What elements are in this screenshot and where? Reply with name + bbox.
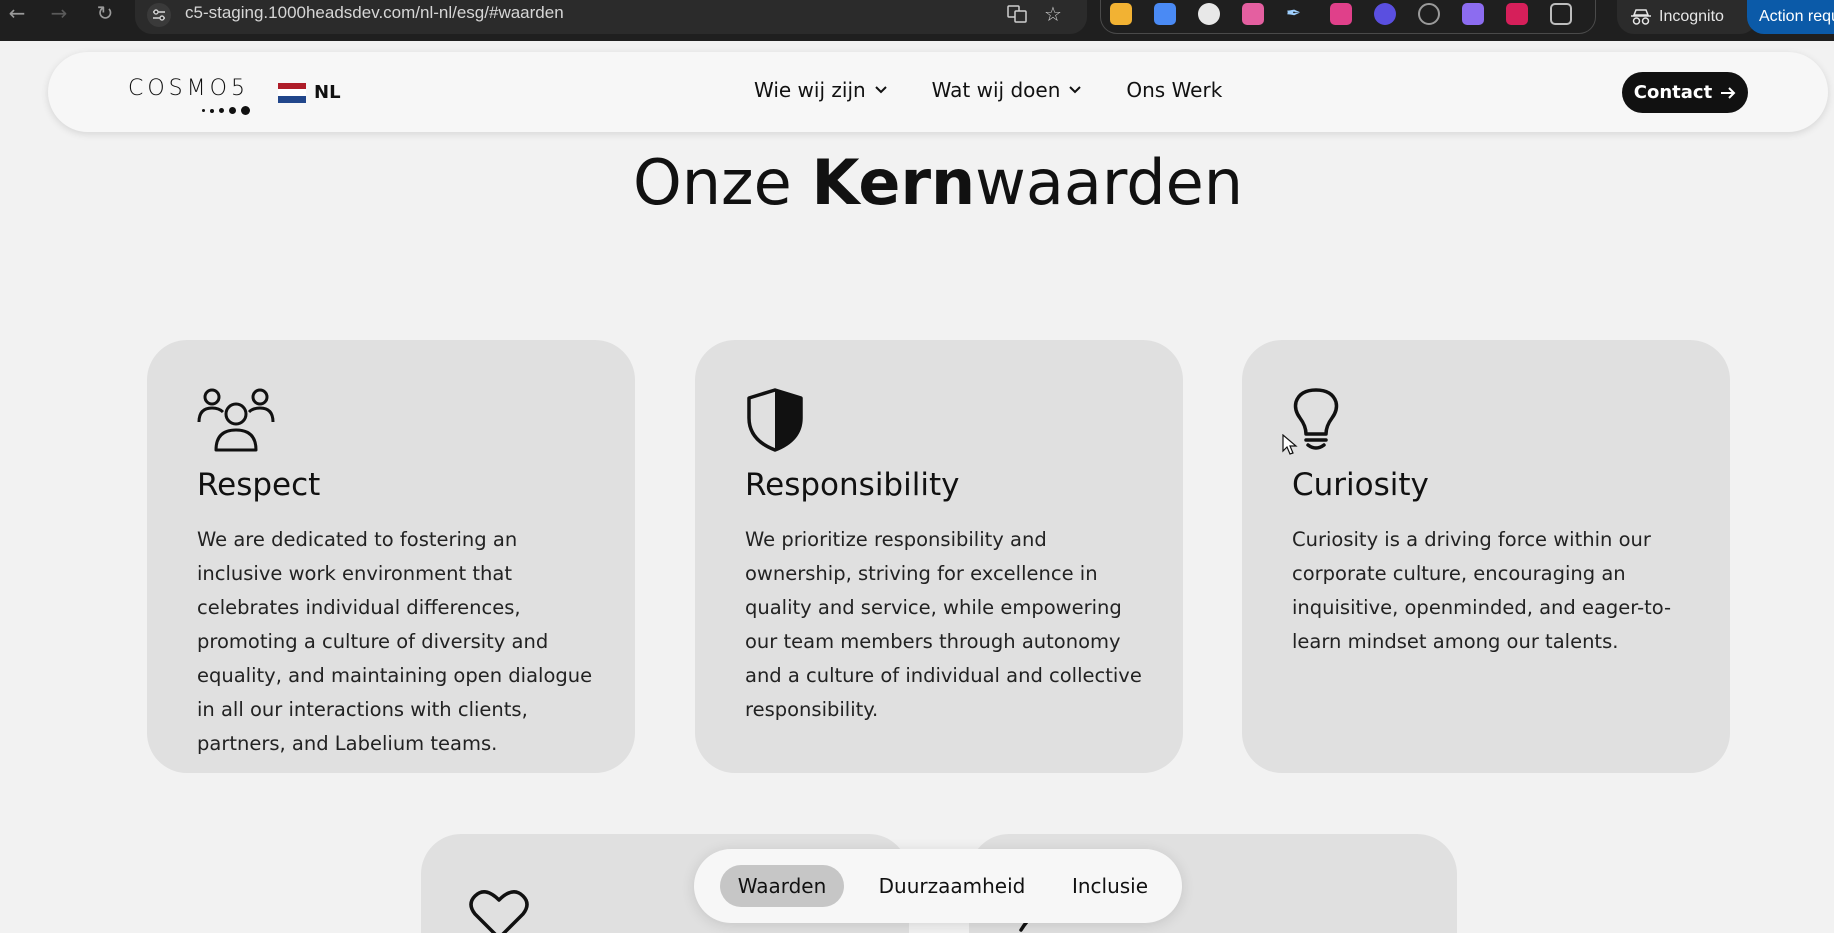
main-nav: Wie wij zijn Wat wij doen Ons Werk (754, 78, 1222, 102)
extension-icon[interactable] (1462, 3, 1484, 25)
card-description: Curiosity is a driving force within our … (1292, 528, 1672, 653)
extension-icon[interactable] (1242, 3, 1264, 25)
card-title: Curiosity (1292, 467, 1429, 503)
card-description: We prioritize responsibility and ownersh… (745, 528, 1142, 721)
tab-waarden[interactable]: Waarden (720, 865, 844, 907)
nav-item-wie-wij-zijn[interactable]: Wie wij zijn (754, 78, 888, 102)
heading-prefix: Onze (632, 146, 812, 219)
card-title: Responsibility (745, 467, 960, 503)
browser-toolbar: ← → ↻ c5-staging.1000headsdev.com/nl-nl/… (0, 0, 1834, 41)
compass-icon[interactable] (1418, 3, 1440, 25)
contact-label: Contact (1633, 82, 1713, 103)
nav-item-wat-wij-doen[interactable]: Wat wij doen (932, 78, 1083, 102)
logo[interactable]: COSMO5 (128, 76, 250, 115)
value-card-curiosity: Curiosity Curiosity is a driving force w… (1242, 340, 1730, 773)
card-title: Respect (197, 467, 321, 503)
heading-suffix: waarden (975, 146, 1244, 219)
incognito-label: Incognito (1659, 8, 1724, 25)
lightbulb-icon (1292, 388, 1340, 456)
card-description: We are dedicated to fostering an inclusi… (197, 528, 593, 755)
nav-label: Wat wij doen (931, 78, 1061, 102)
address-bar[interactable]: c5-staging.1000headsdev.com/nl-nl/esg/#w… (135, 0, 1087, 34)
reload-icon[interactable]: ↻ (88, 0, 122, 26)
value-card-respect: Respect We are dedicated to fostering an… (147, 340, 635, 773)
puzzle-icon[interactable] (1550, 3, 1572, 25)
tab-duurzaamheid[interactable]: Duurzaamheid (866, 865, 1038, 907)
nav-item-ons-werk[interactable]: Ons Werk (1126, 78, 1222, 102)
nav-label: Wie wij zijn (754, 78, 866, 102)
translate-icon[interactable] (1005, 2, 1029, 26)
incognito-indicator[interactable]: Incognito (1617, 0, 1757, 34)
logo-dots (202, 106, 250, 115)
contact-button[interactable]: Contact (1622, 72, 1748, 113)
chevron-down-icon (874, 86, 887, 94)
site-info-icon[interactable] (147, 3, 171, 27)
extension-icon[interactable] (1330, 3, 1352, 25)
language-switcher[interactable]: NL (278, 82, 341, 103)
back-icon[interactable]: ← (0, 0, 34, 26)
action-required-button[interactable]: Action requ (1747, 0, 1834, 34)
forward-icon[interactable]: → (42, 0, 76, 26)
ublock-icon[interactable] (1506, 3, 1528, 25)
section-tabs: Waarden Duurzaamheid Inclusie (694, 849, 1182, 923)
extensions-bar: ✒ (1100, 0, 1596, 34)
logo-text: COSMO5 (128, 76, 249, 101)
extension-icon[interactable] (1110, 3, 1132, 25)
dutch-flag-icon (278, 82, 306, 103)
mouse-cursor-icon (1282, 433, 1298, 460)
language-label: NL (314, 82, 341, 103)
section-heading: Onze Kernwaarden (0, 146, 1834, 219)
extension-icon[interactable] (1198, 3, 1220, 25)
shield-icon (745, 388, 805, 456)
nav-label: Ons Werk (1126, 78, 1223, 102)
tab-inclusie[interactable]: Inclusie (1058, 865, 1162, 907)
extension-icon[interactable] (1374, 3, 1396, 25)
people-icon (197, 388, 275, 456)
arrow-right-icon (1721, 86, 1736, 99)
url-text[interactable]: c5-staging.1000headsdev.com/nl-nl/esg/#w… (185, 3, 564, 23)
eyedropper-icon[interactable]: ✒ (1286, 3, 1308, 25)
value-card-responsibility: Responsibility We prioritize responsibil… (695, 340, 1183, 773)
chevron-down-icon (1069, 86, 1082, 94)
heart-icon (469, 888, 529, 933)
site-header: COSMO5 NL Wie wij zijn Wat wij doen Ons … (48, 52, 1828, 132)
heading-bold: Kern (811, 146, 976, 219)
extension-icon[interactable] (1154, 3, 1176, 25)
bookmark-star-icon[interactable]: ☆ (1041, 2, 1065, 26)
incognito-icon (1631, 9, 1651, 25)
